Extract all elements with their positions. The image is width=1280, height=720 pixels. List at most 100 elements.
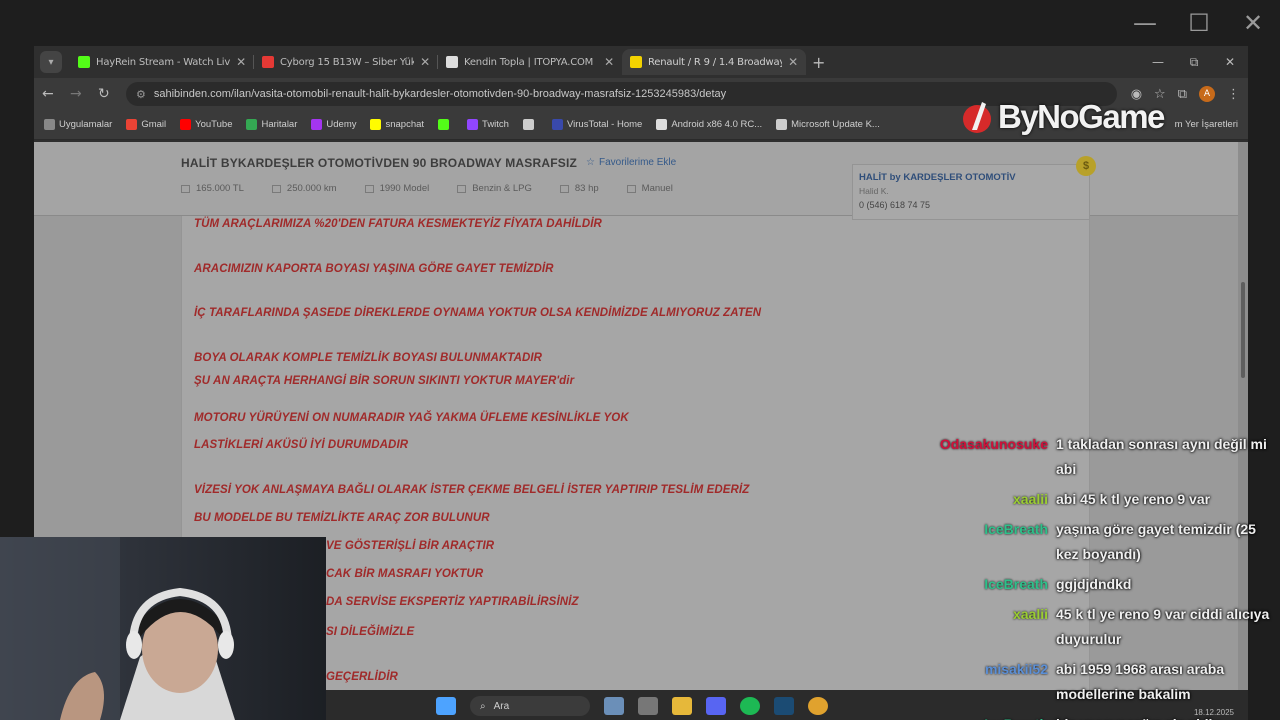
file-explorer-icon[interactable] — [672, 697, 692, 715]
widgets-icon[interactable] — [604, 697, 624, 715]
tab-label: Renault / R 9 / 1.4 Broadway / — [648, 56, 783, 68]
bookmark-icon — [126, 119, 138, 130]
chat-username[interactable]: xaalii — [900, 487, 1048, 512]
spec-item: Benzin & LPG — [457, 183, 532, 194]
chat-message: IceBreath biz yaşayacağız siz gidin — [900, 712, 1272, 720]
webcam-feed — [0, 537, 326, 720]
bookmark-item[interactable]: Microsoft Update K... — [776, 119, 880, 130]
chat-username[interactable]: IceBreath — [900, 517, 1048, 567]
bookmark-item[interactable]: Twitch — [467, 119, 509, 130]
outer-window-controls: — ☐ ✕ — [1118, 0, 1280, 46]
browser-minimize-button[interactable]: — — [1140, 55, 1176, 69]
tab-label: Cyborg 15 B13W – Siber Yüksel — [280, 56, 415, 68]
other-bookmarks[interactable]: m Yer İşaretleri — [1175, 119, 1238, 130]
description-line: CAK BİR MASRAFI YOKTUR — [326, 568, 484, 580]
tab-search-button[interactable]: ▾ — [40, 51, 62, 73]
outer-close-button[interactable]: ✕ — [1226, 9, 1280, 37]
spec-value: Manuel — [641, 183, 673, 194]
kick-icon — [78, 56, 90, 68]
tab-cyborg[interactable]: Cyborg 15 B13W – Siber Yüksel ✕ — [254, 49, 438, 75]
description-line: LASTİKLERİ AKÜSÜ İYİ DURUMDADIR — [194, 439, 409, 451]
description-line: ARACIMIZIN KAPORTA BOYASI YAŞINA GÖRE GA… — [194, 263, 554, 275]
spec-icon — [271, 184, 281, 193]
bookmark-icon — [311, 119, 323, 130]
seller-name[interactable]: HALİT by KARDEŞLER OTOMOTİV — [859, 172, 1083, 183]
description-line: İÇ TARAFLARINDA ŞASEDE DİREKLERDE OYNAMA… — [194, 307, 762, 319]
description-line: BOYA OLARAK KOMPLE TEMİZLİK BOYASI BULUN… — [194, 352, 543, 364]
add-favorite-link[interactable]: ☆ Favorilerime Ekle — [586, 157, 676, 168]
menu-icon[interactable]: ⋮ — [1227, 87, 1240, 102]
bookmark-label: snapchat — [385, 119, 425, 130]
chat-username[interactable]: IceBreath — [900, 712, 1048, 720]
outer-maximize-button[interactable]: ☐ — [1172, 9, 1226, 37]
bookmark-item[interactable]: YouTube — [180, 119, 232, 130]
chat-username[interactable]: misakii52 — [900, 657, 1048, 707]
site-info-icon[interactable]: ⚙ — [136, 88, 146, 101]
taskbar-search[interactable]: ⌕ Ara — [470, 696, 590, 716]
tab-sahibinden[interactable]: Renault / R 9 / 1.4 Broadway / ✕ — [622, 49, 806, 75]
bookmark-item[interactable]: VirusTotal - Home — [551, 119, 642, 130]
chat-username[interactable]: xaalii — [900, 602, 1048, 652]
bookmark-item[interactable] — [438, 119, 453, 130]
search-icon: ⌕ — [480, 700, 486, 712]
listing-specs: 165.000 TL 250.000 km 1990 Model Benzin & L… — [181, 183, 673, 194]
bookmark-label: Twitch — [482, 119, 509, 130]
description-line: TÜM ARAÇLARIMIZA %20'DEN FATURA KESMEKTE… — [194, 218, 602, 230]
spec-item: Manuel — [626, 183, 673, 194]
bookmark-item[interactable] — [522, 119, 538, 130]
extensions-icon[interactable]: ⧉ — [1178, 87, 1187, 102]
spec-item: 250.000 km — [271, 183, 337, 194]
chrome-icon[interactable] — [808, 697, 828, 715]
bookmark-item[interactable]: Android x86 4.0 RC... — [656, 119, 762, 130]
bynogame-logo: ByNoGame — [960, 98, 1165, 136]
chat-text: yaşına göre gayet temizdir (25 kez boyan… — [1056, 521, 1256, 562]
tab-close-icon[interactable]: ✕ — [236, 55, 246, 69]
spec-item: 1990 Model — [364, 183, 429, 194]
description-line: GEÇERLİDİR — [326, 671, 398, 683]
bookmark-item[interactable]: Gmail — [126, 119, 166, 130]
star-icon: ☆ — [586, 157, 595, 168]
spec-icon — [364, 184, 374, 193]
tab-itopya[interactable]: Kendin Topla | ITOPYA.COM ✕ — [438, 49, 622, 75]
chat-username[interactable]: IceBreath — [900, 572, 1048, 597]
spec-icon — [457, 184, 467, 193]
chat-text: biz yaşayacağız siz gidin — [1056, 712, 1272, 720]
tab-bar: ▾ HayRein Stream - Watch Live o ✕ Cyborg… — [34, 46, 1248, 78]
spotify-icon[interactable] — [740, 697, 760, 715]
chat-username[interactable]: Odasakunosuke — [900, 432, 1048, 482]
discord-icon[interactable] — [706, 697, 726, 715]
scroll-thumb[interactable] — [1241, 282, 1245, 378]
chat-message: xaalii 45 k tl ye reno 9 var ciddi alıcıy… — [900, 602, 1272, 652]
tab-close-icon[interactable]: ✕ — [604, 55, 614, 69]
reload-icon[interactable]: ↻ — [98, 86, 112, 102]
browser-close-button[interactable]: ✕ — [1212, 55, 1248, 69]
description-line: ŞU AN ARAÇTA HERHANGİ BİR SORUN SIKINTI … — [194, 375, 575, 387]
steam-icon[interactable] — [774, 697, 794, 715]
listing-title: HALİT BYKARDEŞLER OTOMOTİVDEN 90 BROADWA… — [181, 156, 578, 170]
back-icon[interactable]: ← — [42, 86, 56, 102]
spec-value: 83 hp — [574, 183, 599, 194]
task-view-icon[interactable] — [638, 697, 658, 715]
chat-text: abi 1959 1968 arası araba modellerine ba… — [1056, 661, 1225, 702]
browser-restore-button[interactable]: ⧉ — [1176, 55, 1212, 70]
description-line: DA SERVİSE EKSPERTİZ YAPTIRABİLİRSİNİZ — [326, 596, 579, 608]
outer-minimize-button[interactable]: — — [1118, 9, 1172, 37]
bookmark-label: Gmail — [141, 119, 167, 130]
tab-kick[interactable]: HayRein Stream - Watch Live o ✕ — [70, 49, 254, 75]
search-label: Ara — [493, 700, 510, 712]
bookmark-label: Haritalar — [261, 119, 298, 130]
bookmark-item[interactable]: Haritalar — [246, 119, 297, 130]
new-tab-button[interactable]: + — [812, 53, 825, 72]
profile-avatar[interactable]: A — [1199, 86, 1215, 102]
tab-close-icon[interactable]: ✕ — [788, 55, 798, 69]
taskbar-items: ⌕ Ara — [436, 696, 828, 716]
windows-start-icon[interactable] — [436, 697, 456, 715]
spec-item: 83 hp — [559, 183, 599, 194]
bookmark-item[interactable]: Udemy — [311, 119, 356, 130]
bookmark-item[interactable]: Uygulamalar — [44, 119, 112, 130]
bookmark-label: Android x86 4.0 RC... — [671, 119, 763, 130]
forward-icon[interactable]: → — [70, 86, 84, 102]
description-line: VİZESİ YOK ANLAŞMAYA BAĞLI OLARAK İSTER … — [194, 484, 750, 496]
tab-close-icon[interactable]: ✕ — [420, 55, 430, 69]
bookmark-item[interactable]: snapchat — [370, 119, 424, 130]
